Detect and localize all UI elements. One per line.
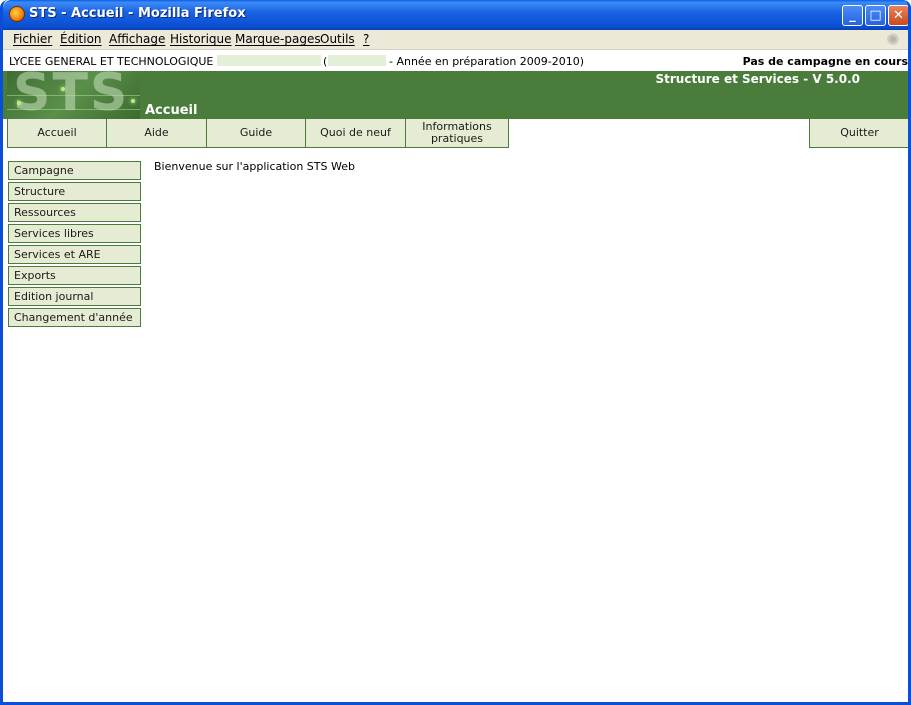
browser-window: STS - Accueil - Mozilla Firefox _ □ ✕ Fi… <box>0 0 911 705</box>
app-header: STS Accueil Structure et Services - V 5.… <box>3 71 908 119</box>
sidebar-item-services-et-are[interactable]: Services et ARE <box>8 245 141 264</box>
sts-logo: STS <box>7 71 140 119</box>
sidebar-item-services-libres[interactable]: Services libres <box>8 224 141 243</box>
app-version: Structure et Services - V 5.0.0 <box>655 72 860 86</box>
menu-help[interactable]: ? <box>363 32 369 46</box>
logo-line <box>7 95 140 96</box>
menu-fichier[interactable]: Fichier <box>13 32 52 46</box>
top-navigation: Accueil Aide Guide Quoi de neuf Informat… <box>3 119 908 148</box>
school-name: LYCEE GENERAL ET TECHNOLOGIQUE <box>9 55 214 68</box>
logo-dot <box>17 101 21 105</box>
nav-informations-pratiques[interactable]: Informations pratiques <box>405 119 509 148</box>
nav-quoi-de-neuf[interactable]: Quoi de neuf <box>305 119 406 148</box>
page-title: Accueil <box>145 103 198 118</box>
sidebar-item-campagne[interactable]: Campagne <box>8 161 141 180</box>
maximize-button[interactable]: □ <box>865 5 886 26</box>
sidebar-item-changement-annee[interactable]: Changement d'année <box>8 308 141 327</box>
window-title: STS - Accueil - Mozilla Firefox <box>29 6 246 21</box>
redacted-field <box>328 55 386 66</box>
establishment-info: LYCEE GENERAL ET TECHNOLOGIQUE ( - Année… <box>3 51 908 71</box>
close-button[interactable]: ✕ <box>888 5 908 26</box>
menu-edition[interactable]: Édition <box>60 32 102 46</box>
menu-historique[interactable]: Historique <box>170 32 232 46</box>
nav-aide[interactable]: Aide <box>106 119 207 148</box>
sidebar-menu: Campagne Structure Ressources Services l… <box>8 161 141 329</box>
menu-marque-pages[interactable]: Marque-pages <box>235 32 321 46</box>
nav-accueil[interactable]: Accueil <box>7 119 107 148</box>
logo-line <box>7 109 140 110</box>
welcome-message: Bienvenue sur l'application STS Web <box>154 160 355 173</box>
campaign-status: Pas de campagne en cours <box>742 55 908 68</box>
quit-button[interactable]: Quitter <box>809 119 908 148</box>
sidebar-item-ressources[interactable]: Ressources <box>8 203 141 222</box>
throbber-icon: ✺ <box>886 30 900 49</box>
nav-guide[interactable]: Guide <box>206 119 306 148</box>
preparation-year: - Année en préparation 2009-2010) <box>389 55 585 68</box>
menu-outils[interactable]: Outils <box>320 32 355 46</box>
logo-dot <box>131 99 135 103</box>
sidebar-item-structure[interactable]: Structure <box>8 182 141 201</box>
sidebar-item-edition-journal[interactable]: Edition journal <box>8 287 141 306</box>
title-bar[interactable]: STS - Accueil - Mozilla Firefox _ □ ✕ <box>3 0 908 30</box>
menu-bar: Fichier Édition Affichage Historique Mar… <box>3 30 908 50</box>
firefox-icon <box>9 6 25 22</box>
menu-affichage[interactable]: Affichage <box>109 32 165 46</box>
paren-open: ( <box>323 55 328 68</box>
minimize-button[interactable]: _ <box>842 5 863 26</box>
sidebar-item-exports[interactable]: Exports <box>8 266 141 285</box>
redacted-field <box>217 55 321 66</box>
logo-dot <box>61 87 65 91</box>
